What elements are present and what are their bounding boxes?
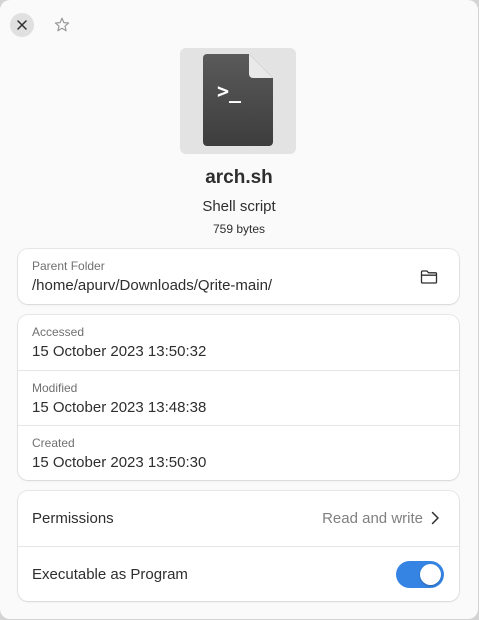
close-icon	[17, 20, 27, 30]
file-size: 759 bytes	[212, 222, 266, 236]
header-bar	[0, 0, 478, 50]
executable-toggle[interactable]	[396, 561, 444, 588]
parent-folder-path: /home/apurv/Downloads/Qrite-main/	[32, 277, 273, 294]
close-button[interactable]	[10, 13, 34, 37]
executable-row: Executable as Program	[18, 546, 459, 601]
shell-script-file-icon: >_	[203, 54, 273, 146]
star-button[interactable]	[50, 13, 74, 37]
created-value: 15 October 2023 13:50:30	[32, 454, 207, 471]
terminal-prompt-glyph: >_	[217, 79, 242, 103]
created-row: Created 15 October 2023 13:50:30	[18, 425, 459, 480]
location-card: Parent Folder /home/apurv/Downloads/Qrit…	[18, 249, 459, 304]
timestamps-card: Accessed 15 October 2023 13:50:32 Modifi…	[18, 315, 459, 480]
parent-folder-row: Parent Folder /home/apurv/Downloads/Qrit…	[18, 249, 459, 304]
accessed-label: Accessed	[32, 325, 85, 339]
open-parent-folder-button[interactable]	[419, 267, 439, 287]
modified-value: 15 October 2023 13:48:38	[32, 399, 207, 416]
accessed-value: 15 October 2023 13:50:32	[32, 343, 207, 360]
modified-row: Modified 15 October 2023 13:48:38	[18, 370, 459, 425]
file-icon-container: >_	[180, 48, 296, 154]
file-type: Shell script	[202, 198, 276, 215]
permissions-row[interactable]: Permissions Read and write	[18, 491, 459, 546]
properties-window: >_ arch.sh Shell script 759 bytes Parent…	[0, 0, 478, 619]
accessed-row: Accessed 15 October 2023 13:50:32	[18, 315, 459, 370]
permissions-card: Permissions Read and write Executable as…	[18, 491, 459, 601]
file-name: arch.sh	[205, 167, 273, 188]
folder-icon	[420, 270, 438, 284]
chevron-right-icon	[431, 511, 439, 525]
modified-label: Modified	[32, 381, 78, 395]
executable-label: Executable as Program	[32, 565, 188, 583]
toggle-knob	[420, 564, 441, 585]
parent-folder-label: Parent Folder	[32, 259, 105, 273]
permissions-label: Permissions	[32, 510, 114, 527]
created-label: Created	[32, 436, 75, 450]
permissions-value: Read and write	[322, 510, 423, 527]
star-icon	[54, 17, 70, 32]
